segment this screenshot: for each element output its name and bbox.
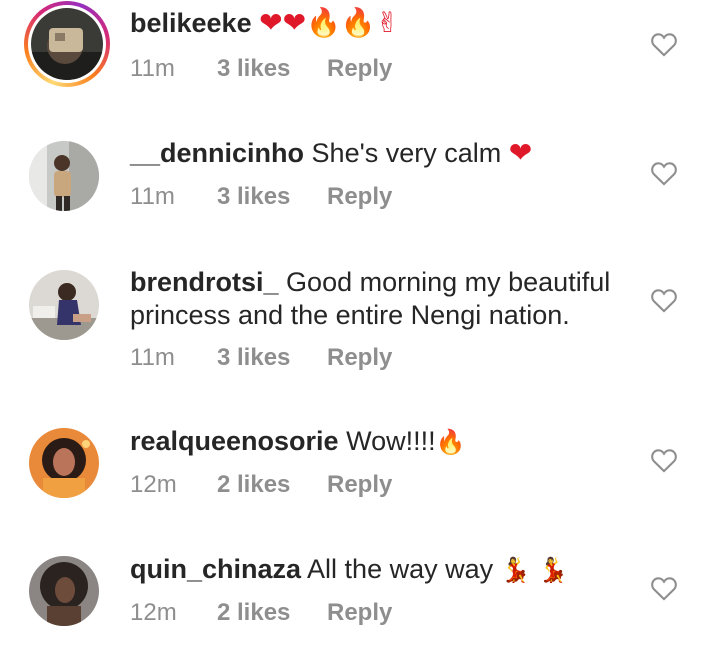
heart-outline-icon[interactable] [650,447,678,473]
comment-item: quin_chinaza All the way way 💃 💃 12m 2 l… [0,548,720,658]
heart-outline-icon[interactable] [650,160,678,186]
comment-username[interactable]: __dennicinho [130,138,304,168]
avatar [31,8,103,80]
reply-button[interactable]: Reply [327,471,392,499]
heart-outline-icon[interactable] [650,287,678,313]
comment-text: brendrotsi_ Good morning my beautiful [130,266,630,299]
comment-body: All the way way [307,554,494,584]
comment-item: brendrotsi_ Good morning my beautiful pr… [0,262,720,392]
avatar[interactable] [29,141,99,211]
emoji-text: ❤ [508,136,533,169]
reply-button[interactable]: Reply [327,599,392,627]
comment-text: __dennicinho She's very calm ❤ [130,136,630,170]
comment-text: belikeeke ❤❤🔥🔥✌ [130,6,630,40]
reply-button[interactable]: Reply [327,55,392,83]
comment-body-line2: princess and the entire Nengi nation. [130,300,570,330]
comment-time: 11m [130,183,175,210]
comment-likes[interactable]: 3 likes [217,183,290,211]
comment-username[interactable]: quin_chinaza [130,554,301,584]
comment-text: realqueenosorie Wow!!!!🔥 [130,425,630,459]
reply-button[interactable]: Reply [327,344,392,372]
comment-likes[interactable]: 3 likes [217,55,290,83]
dancer-emoji: 💃 💃 [500,556,569,584]
comment-username[interactable]: belikeeke [130,8,252,38]
comment-body: Wow!!!! [346,426,436,456]
fire-emoji: 🔥 [435,428,466,456]
avatar-story-ring[interactable] [24,1,110,87]
comment-likes[interactable]: 2 likes [217,599,290,627]
comment-username[interactable]: realqueenosorie [130,426,339,456]
avatar[interactable] [29,428,99,498]
comment-likes[interactable]: 2 likes [217,471,290,499]
comment-username[interactable]: brendrotsi_ [130,267,279,297]
comment-likes[interactable]: 3 likes [217,344,290,372]
comment-item: realqueenosorie Wow!!!!🔥 12m 2 likes Rep… [0,420,720,530]
comment-time: 11m [130,344,175,371]
comment-item: __dennicinho She's very calm ❤ 11m 3 lik… [0,133,720,243]
avatar[interactable] [29,270,99,340]
comment-body: She's very calm [311,138,502,168]
comment-text: quin_chinaza All the way way 💃 💃 [130,553,630,587]
reply-button[interactable]: Reply [327,183,392,211]
heart-outline-icon[interactable] [650,31,678,57]
comment-body-line1: Good morning my beautiful [286,267,611,297]
comment-time: 12m [130,599,177,626]
avatar[interactable] [29,556,99,626]
emoji-text: ❤❤🔥🔥✌ [259,6,400,39]
comment-time: 11m [130,55,175,82]
heart-outline-icon[interactable] [650,575,678,601]
comment-item: belikeeke ❤❤🔥🔥✌ 11m 3 likes Reply [0,0,720,110]
comment-time: 12m [130,471,177,498]
